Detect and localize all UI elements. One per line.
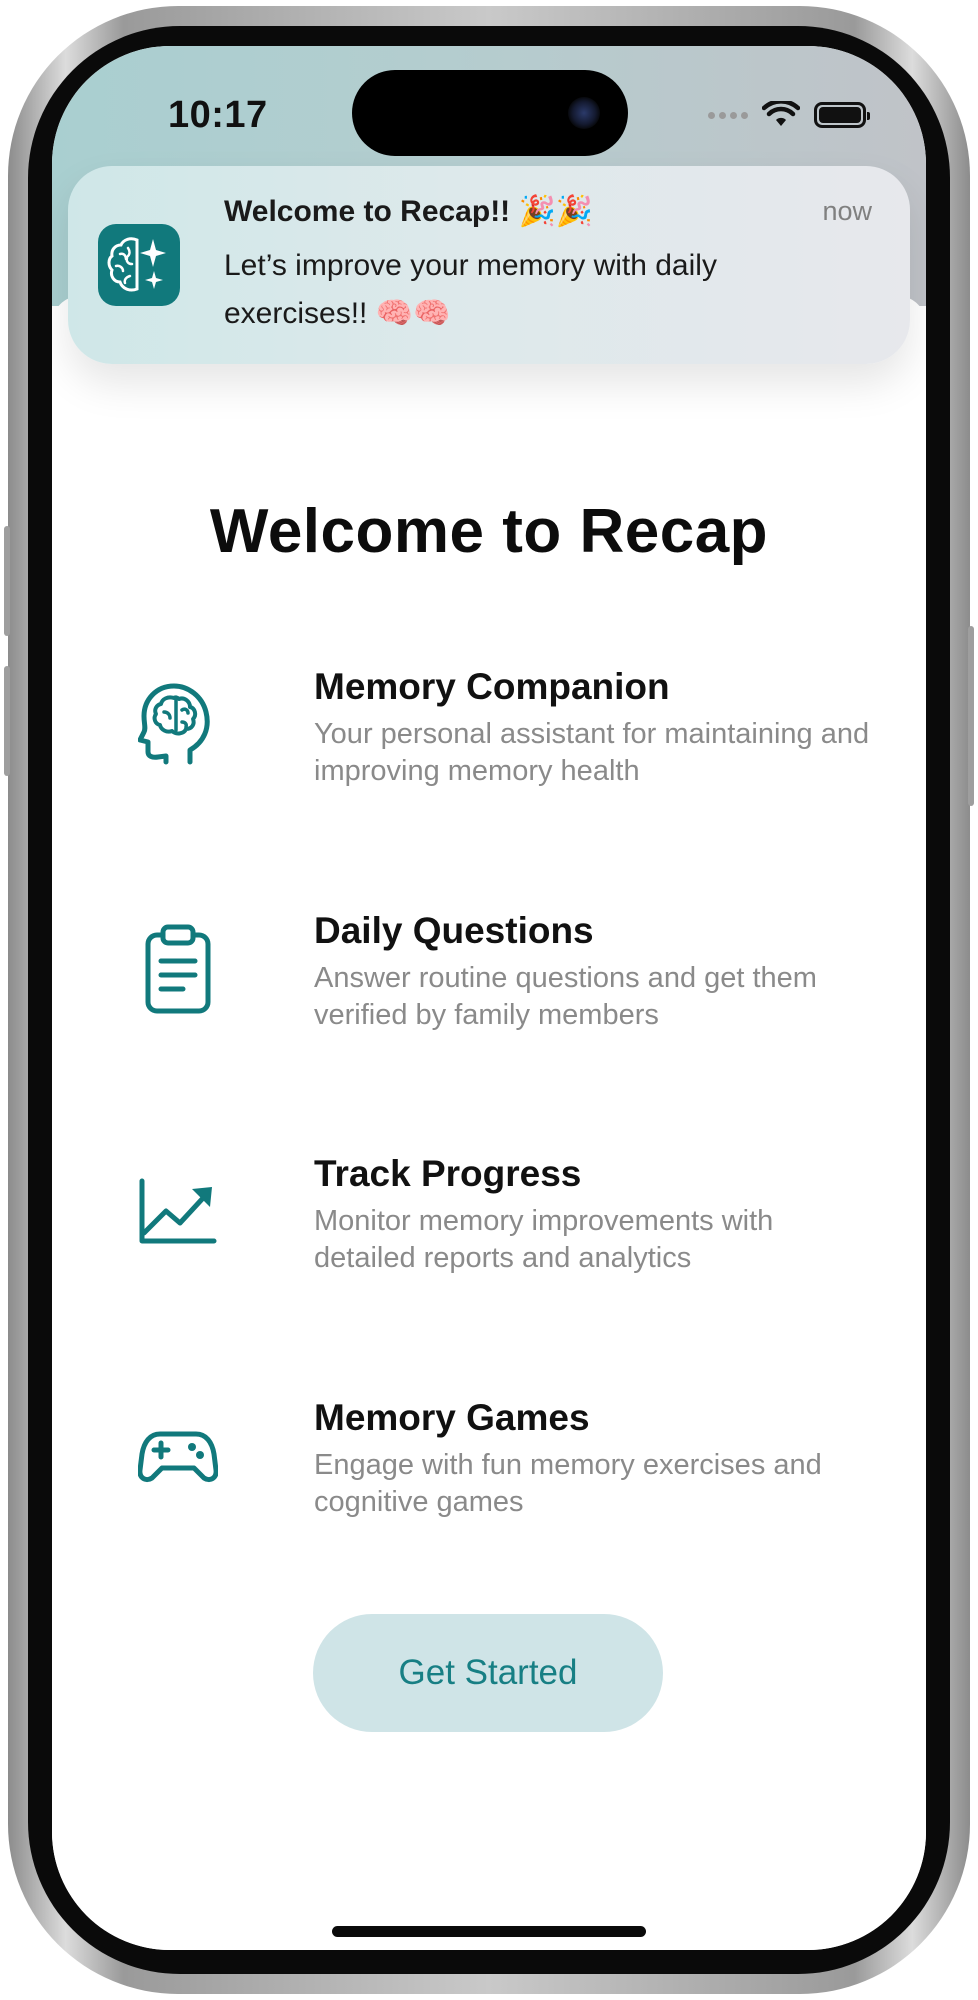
feature-title: Track Progress [314, 1153, 582, 1194]
home-indicator[interactable] [332, 1926, 646, 1937]
screen: 10:17 Welcome to Recap!! 🎉🎉 now Let’s im… [52, 46, 926, 1950]
status-time: 10:17 [168, 94, 268, 136]
app-brain-sparkle-icon [98, 224, 180, 306]
head-brain-icon [138, 680, 218, 770]
feature-title: Memory Companion [314, 666, 670, 707]
notification-banner[interactable]: Welcome to Recap!! 🎉🎉 now Let’s improve … [68, 166, 910, 364]
feature-daily-questions: Daily Questions Answer routine questions… [138, 910, 838, 1050]
feature-title: Memory Games [314, 1397, 590, 1438]
gamepad-icon [138, 1411, 218, 1501]
feature-description: Engage with fun memory exercises and cog… [314, 1449, 822, 1518]
feature-memory-games: Memory Games Engage with fun memory exer… [138, 1397, 838, 1537]
feature-description: Monitor memory improvements with detaile… [314, 1205, 774, 1274]
volume-down-button [4, 666, 10, 776]
feature-title: Daily Questions [314, 910, 594, 951]
dynamic-island [352, 70, 628, 156]
page-title: Welcome to Recap [209, 497, 769, 566]
notification-title: Welcome to Recap!! 🎉🎉 [224, 195, 594, 228]
get-started-button[interactable]: Get Started [313, 1614, 663, 1732]
camera-icon [568, 97, 600, 129]
chart-trend-icon [138, 1167, 218, 1257]
power-button [968, 626, 974, 806]
signal-dots-icon [708, 111, 748, 119]
feature-memory-companion: Memory Companion Your personal assistant… [138, 666, 869, 806]
feature-description: Answer routine questions and get them ve… [314, 962, 817, 1031]
notification-time: now [822, 196, 872, 226]
battery-icon [814, 102, 870, 128]
status-icons [708, 100, 870, 130]
feature-description: Your personal assistant for maintaining … [314, 718, 870, 787]
wifi-icon [762, 101, 800, 126]
clipboard-icon [138, 924, 218, 1014]
feature-track-progress: Track Progress Monitor memory improvemen… [138, 1153, 838, 1293]
notification-body: Let’s improve your memory with daily exe… [224, 249, 717, 330]
volume-up-button [4, 526, 10, 636]
